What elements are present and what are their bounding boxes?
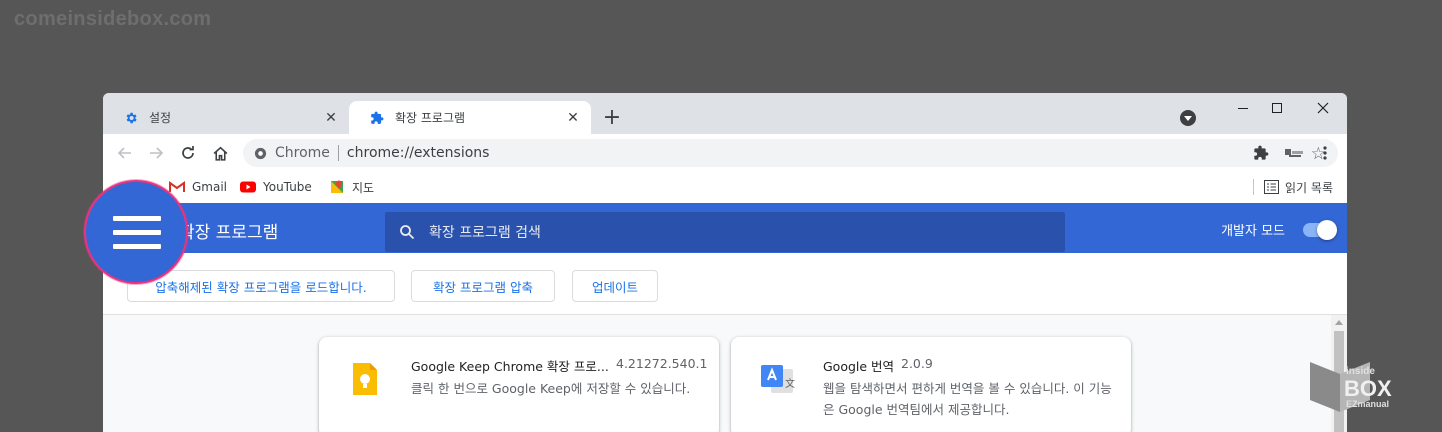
tab-settings[interactable]: 설정 ✕	[103, 101, 349, 134]
google-keep-icon	[347, 361, 383, 397]
bookmarks-bar: Gmail YouTube 지도 읽기 목록	[103, 171, 1347, 203]
extension-card[interactable]: Google Keep Chrome 확장 프로... 4.21272.540.…	[319, 337, 719, 432]
extension-name: Google 번역	[823, 359, 895, 374]
developer-mode-label: 개발자 모드	[1221, 224, 1285, 239]
extensions-puzzle-icon[interactable]	[1252, 144, 1270, 162]
main-menu-button-highlighted[interactable]	[84, 180, 188, 284]
pack-extension-button[interactable]: 확장 프로그램 압축	[411, 270, 555, 302]
more-menu-icon[interactable]	[1316, 144, 1334, 162]
new-tab-button[interactable]: +	[601, 107, 623, 130]
search-placeholder: 확장 프로그램 검색	[429, 225, 541, 241]
extension-description: 웹을 탐색하면서 편하게 번역을 볼 수 있습니다. 이 기능은 Google …	[823, 381, 1112, 417]
bookmark-label: YouTube	[263, 180, 312, 194]
developer-toolbar: 압축해제된 확장 프로그램을 로드합니다. 확장 프로그램 압축 업데이트	[103, 253, 1347, 315]
omnibox-url: chrome://extensions	[346, 145, 490, 161]
minimize-button[interactable]	[1228, 97, 1258, 119]
extensions-search-input[interactable]: 확장 프로그램 검색	[385, 212, 1065, 252]
close-icon[interactable]: ✕	[565, 110, 581, 126]
forward-arrow-icon[interactable]	[145, 142, 167, 164]
profile-avatar-icon[interactable]	[1283, 144, 1305, 162]
tab-settings-label: 설정	[149, 111, 172, 125]
omnibox-divider	[337, 145, 339, 161]
svg-text:文: 文	[785, 377, 795, 390]
toggle-knob	[1317, 220, 1337, 240]
browser-window: 설정 ✕ 확장 프로그램 ✕ + Chrome chrome://extensi…	[103, 93, 1347, 432]
reading-list[interactable]: 읽기 목록	[1253, 177, 1333, 197]
chrome-logo-icon	[254, 147, 267, 160]
maximize-button[interactable]	[1262, 97, 1292, 119]
google-translate-icon: 文	[759, 361, 795, 397]
load-unpacked-button[interactable]: 압축해제된 확장 프로그램을 로드합니다.	[127, 270, 395, 302]
logo-line3: EZmanual	[1346, 399, 1389, 409]
bookmark-gmail[interactable]: Gmail	[169, 177, 227, 197]
developer-mode-toggle[interactable]	[1303, 220, 1337, 240]
youtube-icon	[240, 181, 256, 193]
tab-strip: 설정 ✕ 확장 프로그램 ✕ +	[103, 93, 1347, 134]
back-arrow-icon[interactable]	[114, 142, 136, 164]
reading-list-icon	[1264, 180, 1280, 194]
close-icon[interactable]: ✕	[323, 110, 339, 126]
extension-version: 4.21272.540.1	[616, 356, 708, 371]
home-icon[interactable]	[209, 142, 231, 164]
gmail-icon	[169, 181, 185, 193]
bookmark-maps[interactable]: 지도	[329, 177, 374, 197]
bookmark-label: Gmail	[192, 180, 228, 194]
puzzle-icon	[369, 110, 385, 126]
logo-line2: BOX	[1344, 376, 1392, 401]
extension-name: Google Keep Chrome 확장 프로...	[411, 359, 609, 374]
page-title: 확장 프로그램	[179, 223, 279, 243]
reading-list-label: 읽기 목록	[1285, 180, 1333, 195]
search-icon	[399, 224, 415, 240]
insidebox-logo: inside BOX EZmanual	[1306, 356, 1426, 416]
extension-card[interactable]: 文 Google 번역 2.0.9 웹을 탐색하면서 편하게 번역을 볼 수 있…	[731, 337, 1131, 432]
address-bar[interactable]: Chrome chrome://extensions ☆	[243, 139, 1338, 167]
bookmarks-divider	[1253, 179, 1255, 195]
extension-description: 클릭 한 번으로 Google Keep에 저장할 수 있습니다.	[411, 381, 691, 396]
tab-extensions[interactable]: 확장 프로그램 ✕	[349, 101, 591, 134]
reload-icon[interactable]	[177, 142, 199, 164]
update-button[interactable]: 업데이트	[572, 270, 658, 302]
close-window-button[interactable]	[1308, 97, 1338, 119]
maps-icon	[329, 179, 345, 195]
extensions-list: Google Keep Chrome 확장 프로... 4.21272.540.…	[103, 315, 1347, 432]
bookmark-youtube[interactable]: YouTube	[240, 177, 312, 197]
tab-extensions-label: 확장 프로그램	[395, 111, 466, 125]
extension-version: 2.0.9	[901, 356, 933, 371]
gear-icon	[123, 110, 139, 126]
tab-search-icon[interactable]	[1180, 110, 1196, 126]
site-watermark: comeinsidebox.com	[14, 8, 212, 30]
extensions-header: 확장 프로그램 확장 프로그램 검색 개발자 모드	[103, 203, 1347, 253]
browser-toolbar: Chrome chrome://extensions ☆	[103, 134, 1347, 171]
bookmark-label: 지도	[352, 180, 375, 195]
scroll-up-icon[interactable]	[1335, 320, 1343, 325]
omnibox-site: Chrome	[275, 145, 330, 161]
